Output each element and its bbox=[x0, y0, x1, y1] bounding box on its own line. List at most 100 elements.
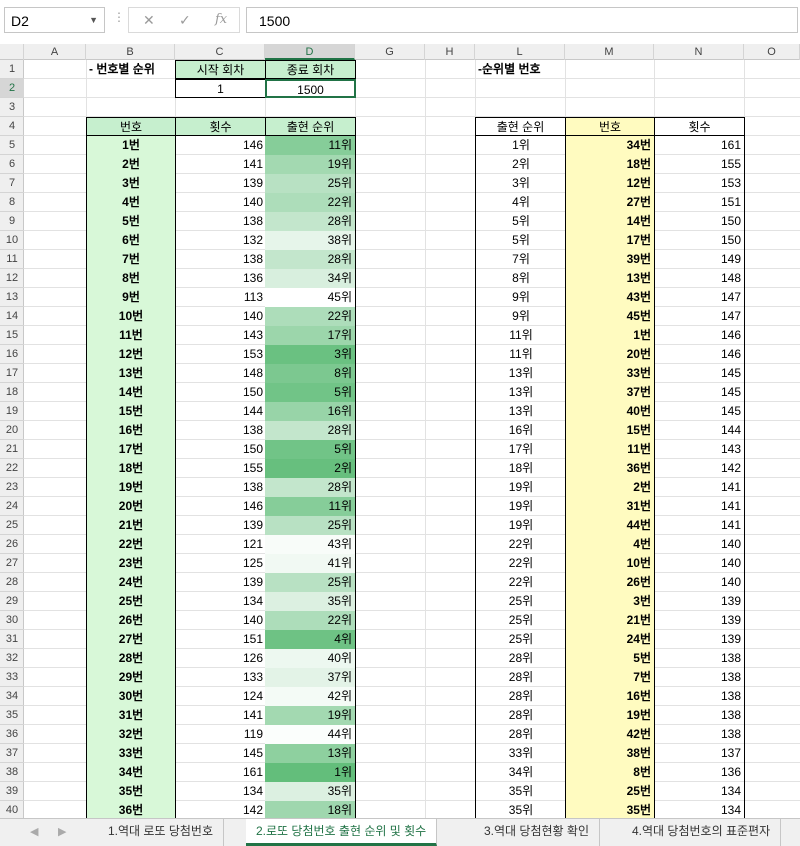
right-count-cell[interactable]: 155 bbox=[654, 155, 745, 174]
column-header-h[interactable]: H bbox=[425, 44, 475, 60]
left-number-cell[interactable]: 17번 bbox=[86, 440, 176, 459]
right-rank-cell[interactable]: 17위 bbox=[475, 440, 566, 459]
right-count-cell[interactable]: 145 bbox=[654, 364, 745, 383]
function-icon[interactable]: fx bbox=[215, 12, 227, 27]
right-number-cell[interactable]: 36번 bbox=[565, 459, 655, 478]
row-header[interactable]: 33 bbox=[0, 668, 24, 687]
row-header[interactable]: 9 bbox=[0, 212, 24, 231]
left-count-cell[interactable]: 124 bbox=[175, 687, 266, 706]
column-header-d[interactable]: D bbox=[265, 44, 355, 60]
row-header[interactable]: 21 bbox=[0, 440, 24, 459]
left-rank-cell[interactable]: 40위 bbox=[265, 649, 356, 668]
right-number-cell[interactable]: 14번 bbox=[565, 212, 655, 231]
left-number-cell[interactable]: 1번 bbox=[86, 136, 176, 155]
left-rank-cell[interactable]: 3위 bbox=[265, 345, 356, 364]
left-table-header[interactable]: 출현 순위 bbox=[265, 117, 356, 136]
right-number-cell[interactable]: 27번 bbox=[565, 193, 655, 212]
right-number-cell[interactable]: 10번 bbox=[565, 554, 655, 573]
left-count-cell[interactable]: 143 bbox=[175, 326, 266, 345]
left-rank-cell[interactable]: 35위 bbox=[265, 782, 356, 801]
right-count-cell[interactable]: 140 bbox=[654, 573, 745, 592]
left-number-cell[interactable]: 21번 bbox=[86, 516, 176, 535]
right-number-cell[interactable]: 13번 bbox=[565, 269, 655, 288]
left-number-cell[interactable]: 20번 bbox=[86, 497, 176, 516]
left-rank-cell[interactable]: 22위 bbox=[265, 307, 356, 326]
left-number-cell[interactable]: 29번 bbox=[86, 668, 176, 687]
left-count-cell[interactable]: 150 bbox=[175, 383, 266, 402]
end-round-input[interactable]: 1500 bbox=[265, 79, 356, 98]
left-number-cell[interactable]: 23번 bbox=[86, 554, 176, 573]
right-rank-cell[interactable]: 28위 bbox=[475, 668, 566, 687]
row-header[interactable]: 19 bbox=[0, 402, 24, 421]
start-round-input[interactable]: 1 bbox=[175, 79, 266, 98]
left-rank-cell[interactable]: 16위 bbox=[265, 402, 356, 421]
right-count-cell[interactable]: 146 bbox=[654, 345, 745, 364]
left-count-cell[interactable]: 121 bbox=[175, 535, 266, 554]
right-rank-cell[interactable]: 34위 bbox=[475, 763, 566, 782]
right-number-cell[interactable]: 44번 bbox=[565, 516, 655, 535]
row-header[interactable]: 3 bbox=[0, 98, 24, 117]
right-count-cell[interactable]: 134 bbox=[654, 801, 745, 818]
left-rank-cell[interactable]: 4위 bbox=[265, 630, 356, 649]
left-count-cell[interactable]: 150 bbox=[175, 440, 266, 459]
right-count-cell[interactable]: 151 bbox=[654, 193, 745, 212]
right-count-cell[interactable]: 139 bbox=[654, 611, 745, 630]
left-number-cell[interactable]: 6번 bbox=[86, 231, 176, 250]
left-number-cell[interactable]: 16번 bbox=[86, 421, 176, 440]
row-header[interactable]: 39 bbox=[0, 782, 24, 801]
left-number-cell[interactable]: 25번 bbox=[86, 592, 176, 611]
left-count-cell[interactable]: 138 bbox=[175, 478, 266, 497]
row-header[interactable]: 26 bbox=[0, 535, 24, 554]
left-rank-cell[interactable]: 41위 bbox=[265, 554, 356, 573]
left-count-cell[interactable]: 153 bbox=[175, 345, 266, 364]
right-count-cell[interactable]: 148 bbox=[654, 269, 745, 288]
left-number-cell[interactable]: 26번 bbox=[86, 611, 176, 630]
row-header[interactable]: 1 bbox=[0, 60, 24, 79]
right-rank-cell[interactable]: 28위 bbox=[475, 649, 566, 668]
row-header[interactable]: 18 bbox=[0, 383, 24, 402]
right-number-cell[interactable]: 19번 bbox=[565, 706, 655, 725]
right-count-cell[interactable]: 145 bbox=[654, 402, 745, 421]
right-rank-cell[interactable]: 19위 bbox=[475, 497, 566, 516]
column-header-b[interactable]: B bbox=[86, 44, 175, 60]
left-count-cell[interactable]: 140 bbox=[175, 307, 266, 326]
right-count-cell[interactable]: 141 bbox=[654, 516, 745, 535]
left-count-cell[interactable]: 151 bbox=[175, 630, 266, 649]
row-header[interactable]: 25 bbox=[0, 516, 24, 535]
left-number-cell[interactable]: 12번 bbox=[86, 345, 176, 364]
right-count-cell[interactable]: 149 bbox=[654, 250, 745, 269]
sheet-tab[interactable]: 2.로또 당첨번호 출현 순위 및 횟수 bbox=[246, 819, 438, 846]
column-header-l[interactable]: L bbox=[475, 44, 565, 60]
left-count-cell[interactable]: 139 bbox=[175, 573, 266, 592]
row-header[interactable]: 40 bbox=[0, 801, 24, 818]
right-rank-cell[interactable]: 35위 bbox=[475, 801, 566, 818]
left-number-cell[interactable]: 30번 bbox=[86, 687, 176, 706]
left-count-cell[interactable]: 133 bbox=[175, 668, 266, 687]
right-count-cell[interactable]: 142 bbox=[654, 459, 745, 478]
right-rank-cell[interactable]: 22위 bbox=[475, 535, 566, 554]
row-header[interactable]: 24 bbox=[0, 497, 24, 516]
right-number-cell[interactable]: 21번 bbox=[565, 611, 655, 630]
left-rank-cell[interactable]: 42위 bbox=[265, 687, 356, 706]
cancel-icon[interactable]: ✕ bbox=[143, 12, 155, 29]
row-header[interactable]: 23 bbox=[0, 478, 24, 497]
right-rank-cell[interactable]: 28위 bbox=[475, 706, 566, 725]
right-rank-cell[interactable]: 13위 bbox=[475, 383, 566, 402]
left-number-cell[interactable]: 22번 bbox=[86, 535, 176, 554]
right-number-cell[interactable]: 3번 bbox=[565, 592, 655, 611]
right-rank-cell[interactable]: 5위 bbox=[475, 231, 566, 250]
right-count-cell[interactable]: 138 bbox=[654, 725, 745, 744]
right-count-cell[interactable]: 138 bbox=[654, 649, 745, 668]
sheet-tab[interactable]: 4.역대 당첨번호의 표준편자 bbox=[622, 819, 782, 846]
left-count-cell[interactable]: 148 bbox=[175, 364, 266, 383]
left-rank-cell[interactable]: 37위 bbox=[265, 668, 356, 687]
row-header[interactable]: 37 bbox=[0, 744, 24, 763]
left-rank-cell[interactable]: 11위 bbox=[265, 136, 356, 155]
right-count-cell[interactable]: 147 bbox=[654, 307, 745, 326]
row-header[interactable]: 34 bbox=[0, 687, 24, 706]
right-rank-cell[interactable]: 25위 bbox=[475, 592, 566, 611]
right-rank-cell[interactable]: 2위 bbox=[475, 155, 566, 174]
right-number-cell[interactable]: 35번 bbox=[565, 801, 655, 818]
right-number-cell[interactable]: 17번 bbox=[565, 231, 655, 250]
left-number-cell[interactable]: 31번 bbox=[86, 706, 176, 725]
